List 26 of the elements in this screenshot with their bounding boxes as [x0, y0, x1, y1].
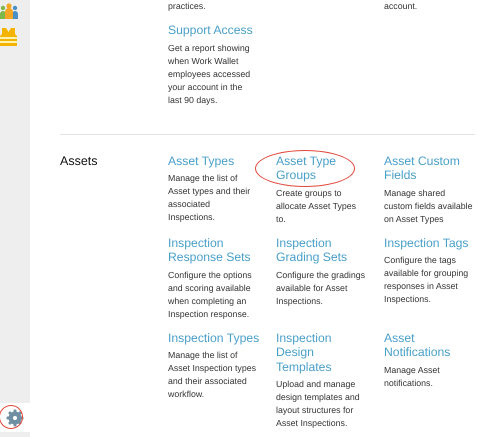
setting-description: Manage the list of Asset Inspection types and their associated workflow. [168, 349, 257, 401]
people-icon[interactable] [0, 3, 18, 20]
setting-description: practices. [168, 0, 207, 13]
setting-link[interactable]: Asset Type Groups [276, 154, 368, 182]
setting-description: Create groups to allocate Asset Types to. [276, 186, 358, 226]
setting-description: Configure the tags available for grouping responses in Asset Inspections. [384, 254, 470, 306]
section-label: Assets [60, 154, 99, 168]
setting-link[interactable]: Inspection Types [168, 330, 260, 345]
setting-link[interactable]: Support Access [168, 23, 260, 38]
setting-description: account. [384, 0, 418, 13]
setting-description: Manage Asset notifications. [384, 364, 441, 390]
setting-link[interactable]: Inspection Design Templates [276, 330, 368, 374]
setting-link[interactable]: Asset Types [168, 154, 260, 168]
setting-link[interactable]: Asset Custom Fields [384, 154, 476, 182]
setting-description: Manage shared custom fields available on Asset Types [384, 186, 474, 226]
setting-link[interactable]: Inspection Tags [384, 236, 476, 250]
setting-description: Upload and manage design templates and layout structures for Asset Inspections. [276, 378, 361, 430]
setting-link[interactable]: Inspection Grading Sets [276, 236, 368, 264]
setting-description: Configure the gradings available for Asset Inspections. [276, 268, 366, 308]
setting-description: Get a report showing when Work Wallet employees accessed your account in the last 90 days. [168, 42, 252, 106]
setting-link[interactable]: Asset Notifications [384, 330, 476, 360]
safety-vest-icon[interactable] [0, 28, 17, 46]
setting-link[interactable]: Inspection Response Sets [168, 236, 260, 264]
setting-description: Manage the list of Asset types and their associated Inspections. [168, 172, 252, 224]
setting-description: Configure the options and scoring available when completing an Inspection response. [168, 268, 253, 320]
settings-icon[interactable] [6, 408, 24, 426]
